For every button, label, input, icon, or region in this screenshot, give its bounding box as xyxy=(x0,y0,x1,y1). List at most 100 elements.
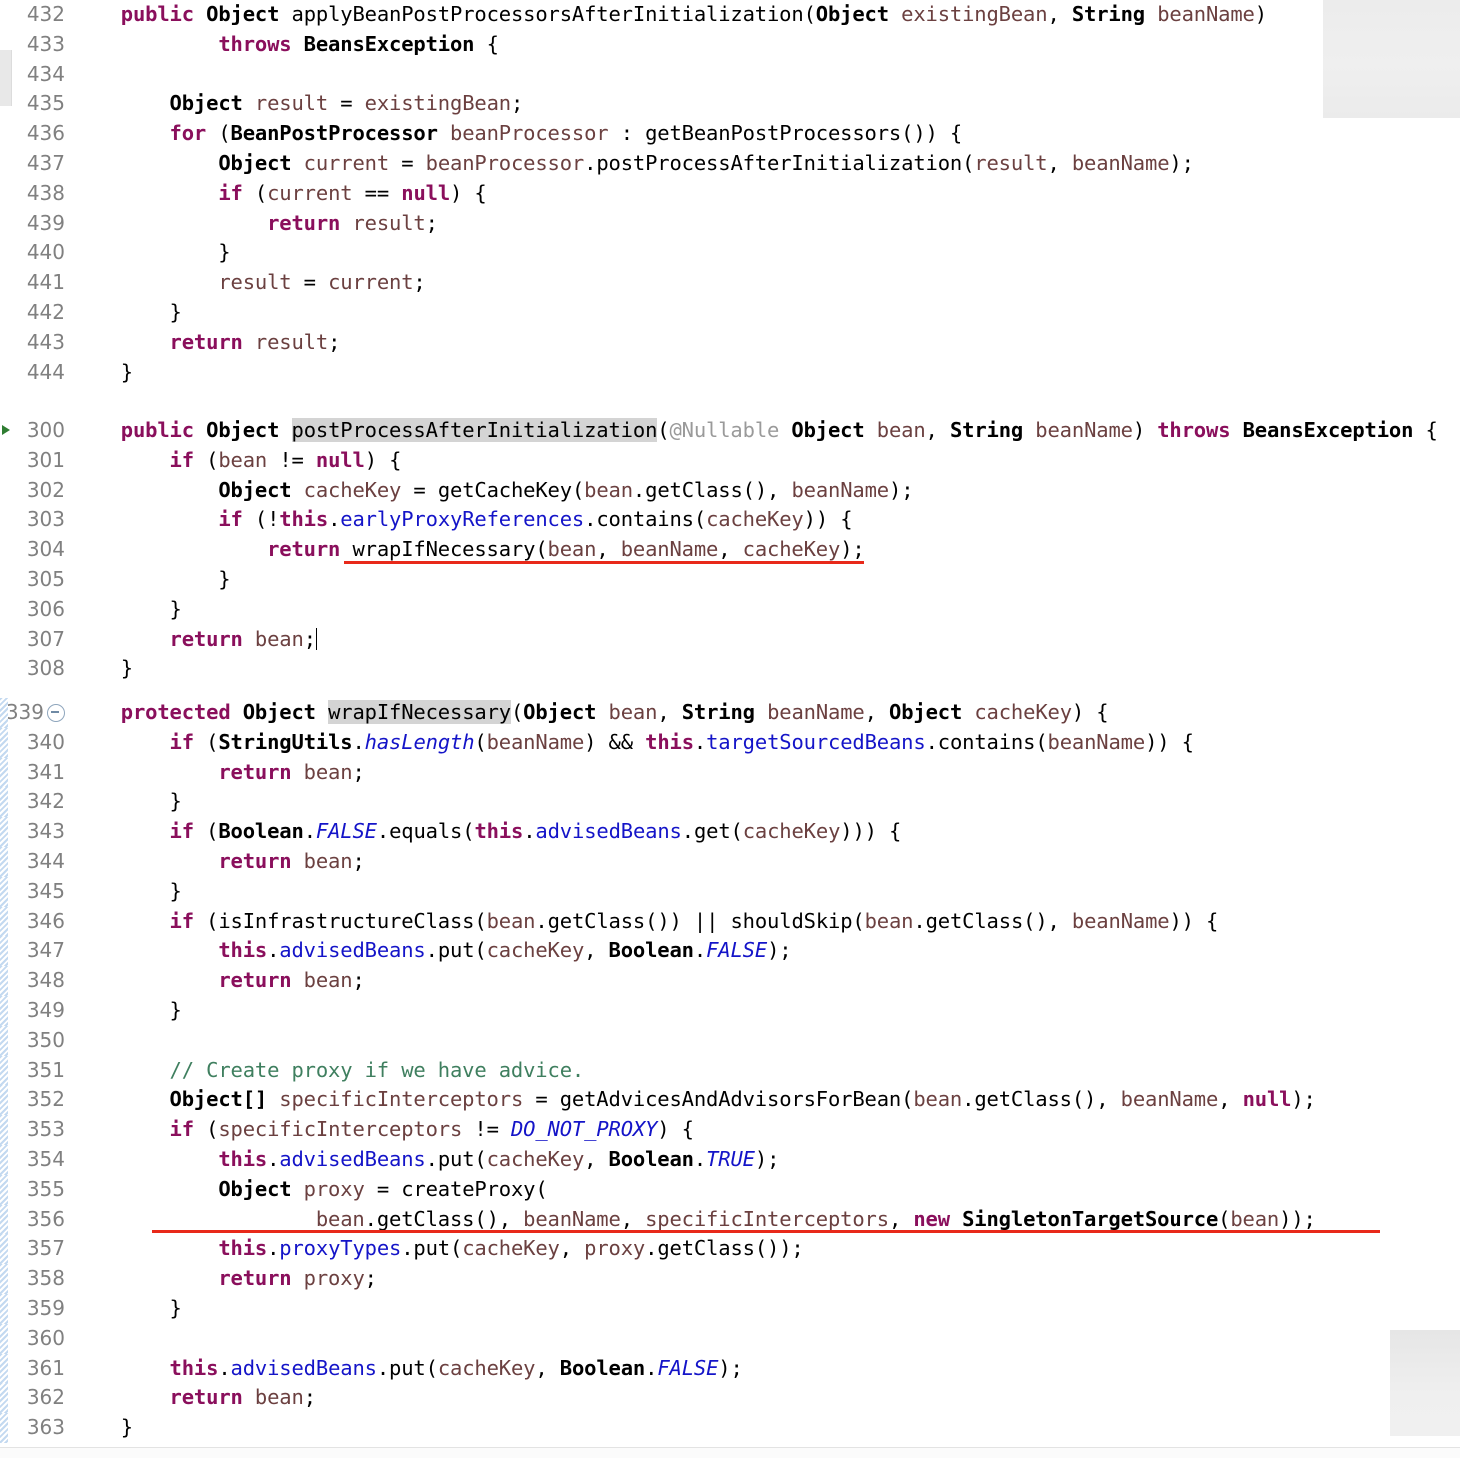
code-block-post-process-after-initialization[interactable]: 300 public Object postProcessAfterInitia… xyxy=(0,416,1460,684)
code-text-341[interactable]: return bean; xyxy=(72,758,1460,788)
code-line-307[interactable]: 307 return bean; xyxy=(0,625,1460,655)
code-text-350[interactable] xyxy=(72,1026,1460,1056)
code-line-434[interactable]: 434 xyxy=(0,60,1460,90)
code-line-303[interactable]: 303 if (!this.earlyProxyReferences.conta… xyxy=(0,505,1460,535)
code-line-361[interactable]: 361 this.advisedBeans.put(cacheKey, Bool… xyxy=(0,1353,1460,1384)
code-line-443[interactable]: 443 return result; xyxy=(0,328,1460,358)
code-line-441[interactable]: 441 result = current; xyxy=(0,268,1460,298)
code-line-438[interactable]: 438 if (current == null) { xyxy=(0,179,1460,209)
code-line-362[interactable]: 362 return bean; xyxy=(0,1383,1460,1413)
code-line-359[interactable]: 359 } xyxy=(0,1293,1460,1324)
code-text-440[interactable]: } xyxy=(72,238,1460,268)
code-line-360[interactable]: 360 xyxy=(0,1323,1460,1354)
code-line-341[interactable]: 341 return bean; xyxy=(0,757,1460,788)
code-block-wrap-if-necessary[interactable]: 339 protected Object wrapIfNecessary(Obj… xyxy=(0,698,1460,1443)
code-line-343[interactable]: 343 if (Boolean.FALSE.equals(this.advise… xyxy=(0,817,1460,847)
code-text-443[interactable]: return result; xyxy=(72,328,1460,358)
code-text-357[interactable]: this.proxyTypes.put(cacheKey, proxy.getC… xyxy=(72,1234,1460,1264)
code-line-353[interactable]: 353 if (specificInterceptors != DO_NOT_P… xyxy=(0,1115,1460,1145)
code-text-340[interactable]: if (StringUtils.hasLength(beanName) && t… xyxy=(72,728,1460,758)
code-line-308[interactable]: 308 } xyxy=(0,654,1460,684)
code-line-348[interactable]: 348 return bean; xyxy=(0,966,1460,996)
code-text-342[interactable]: } xyxy=(72,787,1460,817)
code-text-301[interactable]: if (bean != null) { xyxy=(72,446,1460,476)
code-line-300[interactable]: 300 public Object postProcessAfterInitia… xyxy=(0,416,1460,446)
code-text-437[interactable]: Object current = beanProcessor.postProce… xyxy=(72,149,1460,179)
code-text-433[interactable]: throws BeansException { xyxy=(72,30,1460,60)
code-line-436[interactable]: 436 for (BeanPostProcessor beanProcessor… xyxy=(0,119,1460,149)
code-text-302[interactable]: Object cacheKey = getCacheKey(bean.getCl… xyxy=(72,476,1460,506)
code-line-345[interactable]: 345 } xyxy=(0,876,1460,907)
code-text-436[interactable]: for (BeanPostProcessor beanProcessor : g… xyxy=(72,119,1460,149)
code-text-358[interactable]: return proxy; xyxy=(72,1264,1460,1294)
code-line-352[interactable]: 352 Object[] specificInterceptors = getA… xyxy=(0,1085,1460,1115)
code-line-444[interactable]: 444 } xyxy=(0,358,1460,388)
code-text-359[interactable]: } xyxy=(72,1294,1460,1324)
code-line-351[interactable]: 351 // Create proxy if we have advice. xyxy=(0,1055,1460,1086)
code-line-344[interactable]: 344 return bean; xyxy=(0,846,1460,877)
code-text-362[interactable]: return bean; xyxy=(72,1383,1460,1413)
code-text-300[interactable]: public Object postProcessAfterInitializa… xyxy=(72,416,1460,446)
line-number-362: 362 xyxy=(0,1383,72,1413)
code-line-349[interactable]: 349 } xyxy=(0,995,1460,1026)
code-text-352[interactable]: Object[] specificInterceptors = getAdvic… xyxy=(72,1085,1460,1115)
code-editor[interactable]: 432 public Object applyBeanPostProcessor… xyxy=(0,0,1460,1458)
code-line-437[interactable]: 437 Object current = beanProcessor.postP… xyxy=(0,149,1460,179)
code-text-349[interactable]: } xyxy=(72,996,1460,1026)
code-text-351[interactable]: // Create proxy if we have advice. xyxy=(72,1056,1460,1086)
code-line-435[interactable]: 435 Object result = existingBean; xyxy=(0,89,1460,119)
code-text-303[interactable]: if (!this.earlyProxyReferences.contains(… xyxy=(72,505,1460,535)
code-text-339[interactable]: protected Object wrapIfNecessary(Object … xyxy=(72,698,1460,728)
fold-collapse-icon[interactable] xyxy=(47,704,65,722)
code-line-358[interactable]: 358 return proxy; xyxy=(0,1264,1460,1294)
code-text-344[interactable]: return bean; xyxy=(72,847,1460,877)
code-line-357[interactable]: 357 this.proxyTypes.put(cacheKey, proxy.… xyxy=(0,1234,1460,1264)
code-line-433[interactable]: 433 throws BeansException { xyxy=(0,30,1460,60)
code-text-343[interactable]: if (Boolean.FALSE.equals(this.advisedBea… xyxy=(72,817,1460,847)
code-text-444[interactable]: } xyxy=(72,358,1460,388)
code-text-348[interactable]: return bean; xyxy=(72,966,1460,996)
code-line-301[interactable]: 301 if (bean != null) { xyxy=(0,446,1460,476)
code-text-305[interactable]: } xyxy=(72,565,1460,595)
code-text-353[interactable]: if (specificInterceptors != DO_NOT_PROXY… xyxy=(72,1115,1460,1145)
code-text-347[interactable]: this.advisedBeans.put(cacheKey, Boolean.… xyxy=(72,936,1460,966)
code-text-432[interactable]: public Object applyBeanPostProcessorsAft… xyxy=(72,0,1460,30)
code-text-434[interactable] xyxy=(72,60,1460,90)
line-number-354: 354 xyxy=(0,1144,72,1175)
code-text-355[interactable]: Object proxy = createProxy( xyxy=(72,1175,1460,1205)
code-text-307[interactable]: return bean; xyxy=(72,625,1460,655)
code-text-442[interactable]: } xyxy=(72,298,1460,328)
code-line-347[interactable]: 347 this.advisedBeans.put(cacheKey, Bool… xyxy=(0,936,1460,966)
code-line-363[interactable]: 363 } xyxy=(0,1413,1460,1443)
code-line-340[interactable]: 340 if (StringUtils.hasLength(beanName) … xyxy=(0,727,1460,758)
code-text-306[interactable]: } xyxy=(72,595,1460,625)
code-text-361[interactable]: this.advisedBeans.put(cacheKey, Boolean.… xyxy=(72,1354,1460,1384)
code-line-342[interactable]: 342 } xyxy=(0,787,1460,817)
code-text-360[interactable] xyxy=(72,1324,1460,1354)
code-line-432[interactable]: 432 public Object applyBeanPostProcessor… xyxy=(0,0,1460,30)
code-line-306[interactable]: 306 } xyxy=(0,595,1460,625)
code-text-363[interactable]: } xyxy=(72,1413,1460,1443)
code-text-345[interactable]: } xyxy=(72,877,1460,907)
code-line-442[interactable]: 442 } xyxy=(0,298,1460,328)
code-text-308[interactable]: } xyxy=(72,654,1460,684)
code-line-439[interactable]: 439 return result; xyxy=(0,209,1460,239)
code-line-304[interactable]: 304 return wrapIfNecessary(bean, beanNam… xyxy=(0,535,1460,565)
code-line-354[interactable]: 354 this.advisedBeans.put(cacheKey, Bool… xyxy=(0,1144,1460,1175)
code-line-302[interactable]: 302 Object cacheKey = getCacheKey(bean.g… xyxy=(0,476,1460,506)
code-line-305[interactable]: 305 } xyxy=(0,565,1460,595)
code-block-apply-bean-post-processors[interactable]: 432 public Object applyBeanPostProcessor… xyxy=(0,0,1460,387)
code-text-354[interactable]: this.advisedBeans.put(cacheKey, Boolean.… xyxy=(72,1145,1460,1175)
code-text-441[interactable]: result = current; xyxy=(72,268,1460,298)
code-line-339[interactable]: 339 protected Object wrapIfNecessary(Obj… xyxy=(0,698,1460,728)
code-line-350[interactable]: 350 xyxy=(0,1025,1460,1056)
line-number-352: 352 xyxy=(0,1085,72,1115)
code-text-346[interactable]: if (isInfrastructureClass(bean.getClass(… xyxy=(72,907,1460,937)
code-text-439[interactable]: return result; xyxy=(72,209,1460,239)
code-line-346[interactable]: 346 if (isInfrastructureClass(bean.getCl… xyxy=(0,906,1460,937)
code-line-356[interactable]: 356 bean.getClass(), beanName, specificI… xyxy=(0,1204,1460,1235)
code-line-355[interactable]: 355 Object proxy = createProxy( xyxy=(0,1174,1460,1205)
code-text-435[interactable]: Object result = existingBean; xyxy=(72,89,1460,119)
code-line-440[interactable]: 440 } xyxy=(0,238,1460,268)
code-text-438[interactable]: if (current == null) { xyxy=(72,179,1460,209)
